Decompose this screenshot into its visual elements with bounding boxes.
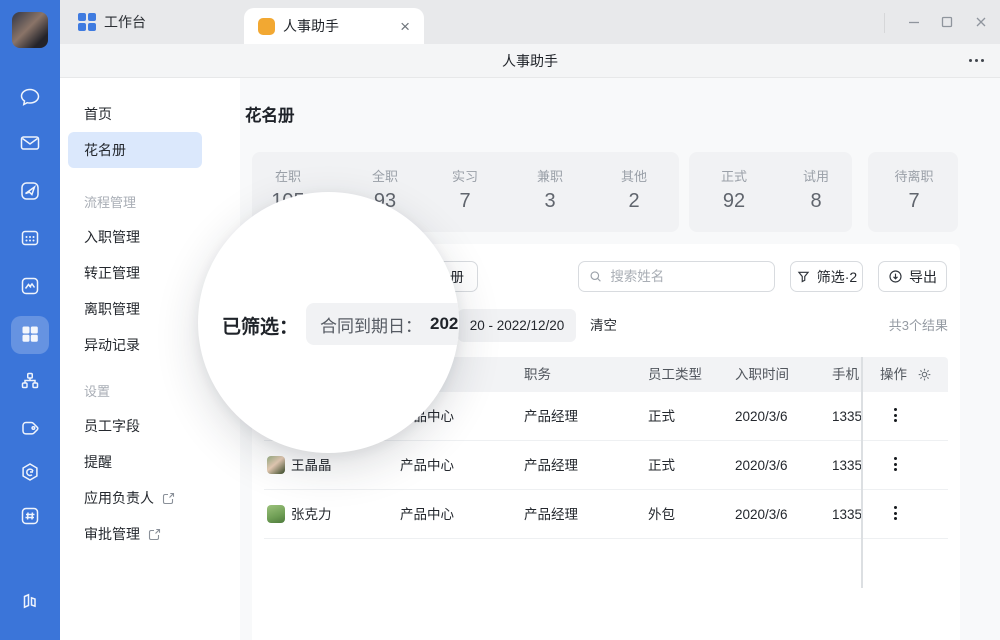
search-input[interactable] xyxy=(608,268,764,285)
stat-parttime[interactable]: 兼职3 xyxy=(508,166,592,213)
table-row[interactable]: 张克力 产品中心 产品经理 外包 2020/3/6 13351 xyxy=(264,490,948,539)
cell-hire-date: 2020/3/6 xyxy=(735,441,788,490)
col-phone: 手机 xyxy=(832,357,859,392)
cell-hire-date: 2020/3/6 xyxy=(735,490,788,539)
tag-icon[interactable] xyxy=(18,416,42,440)
external-link-icon xyxy=(148,528,161,541)
column-settings-gear-icon[interactable] xyxy=(917,367,932,382)
col-actions: 操作 xyxy=(880,357,907,392)
user-avatar[interactable] xyxy=(12,12,48,48)
workbench-grid-icon xyxy=(78,13,96,31)
library-icon[interactable] xyxy=(18,588,42,612)
cell-title: 产品经理 xyxy=(524,441,578,490)
nav-rail xyxy=(0,0,60,640)
org-icon[interactable] xyxy=(18,369,42,393)
stat-intern[interactable]: 实习7 xyxy=(423,166,507,213)
filter-chip[interactable]: 20 - 2022/12/20 xyxy=(458,309,576,342)
row-actions-icon[interactable] xyxy=(891,457,899,471)
cell-type: 外包 xyxy=(648,490,675,539)
maximize-button[interactable] xyxy=(938,13,956,31)
search-box[interactable] xyxy=(578,261,775,292)
titlebar-divider xyxy=(884,13,885,33)
sidebar-item-regularization[interactable]: 转正管理 xyxy=(68,255,202,291)
tab-hr-assistant[interactable]: 人事助手 × xyxy=(244,8,424,44)
col-title: 职务 xyxy=(524,357,551,392)
fixed-column-divider xyxy=(861,357,863,588)
sidebar-item-resignation[interactable]: 离职管理 xyxy=(68,291,202,327)
close-button[interactable] xyxy=(972,13,990,31)
row-actions-icon[interactable] xyxy=(891,408,899,422)
tab-bar: 工作台 人事助手 × xyxy=(60,0,1000,44)
stat-regular[interactable]: 正式92 xyxy=(692,166,776,213)
sidebar-item-home[interactable]: 首页 xyxy=(68,96,202,132)
col-hire-date: 入职时间 xyxy=(735,357,789,392)
sidebar-section-settings: 设置 xyxy=(68,372,202,408)
cell-hire-date: 2020/3/6 xyxy=(735,392,788,441)
cell-type: 正式 xyxy=(648,392,675,441)
clear-filter-link[interactable]: 清空 xyxy=(590,309,617,342)
filter-button[interactable]: 筛选·2 xyxy=(790,261,863,292)
filter-funnel-icon xyxy=(796,269,811,284)
cell-phone: 13351 xyxy=(832,392,861,441)
external-link-icon xyxy=(162,492,175,505)
sidebar-section-process: 流程管理 xyxy=(68,183,202,219)
sidebar-item-transfer-records[interactable]: 异动记录 xyxy=(68,327,202,363)
sidebar-item-roster[interactable]: 花名册 xyxy=(68,132,202,168)
tab-workbench-label: 工作台 xyxy=(104,12,146,32)
export-button[interactable]: 导出 xyxy=(878,261,947,292)
tab-workbench[interactable]: 工作台 xyxy=(62,0,162,44)
mail-icon[interactable] xyxy=(18,131,42,155)
stat-probation[interactable]: 试用8 xyxy=(774,166,858,213)
employee-avatar xyxy=(267,456,285,474)
cell-type: 正式 xyxy=(648,441,675,490)
stat-other[interactable]: 其他2 xyxy=(592,166,676,213)
employee-avatar xyxy=(267,505,285,523)
cell-phone: 13351 xyxy=(832,490,861,539)
calendar-icon[interactable] xyxy=(18,226,42,250)
cell-phone: 13351 xyxy=(832,441,861,490)
cell-title: 产品经理 xyxy=(524,392,578,441)
cell-dept: 产品中心 xyxy=(400,490,454,539)
cell-title: 产品经理 xyxy=(524,490,578,539)
app-header: 人事助手 xyxy=(60,44,1000,78)
sidebar-item-onboarding[interactable]: 入职管理 xyxy=(68,219,202,255)
cell-name: 张克力 xyxy=(291,490,332,539)
minimize-button[interactable] xyxy=(905,13,923,31)
app-window: 工作台 人事助手 × 人事助手 首页 花名册 流程管理 入职管理 转正管理 离职… xyxy=(0,0,1000,640)
page-title: 花名册 xyxy=(245,102,295,126)
sidebar-item-approval-management[interactable]: 审批管理 xyxy=(68,516,202,552)
hr-app-icon xyxy=(258,18,275,35)
magnified-filter-label: 已筛选： xyxy=(222,312,298,339)
col-type: 员工类型 xyxy=(648,357,702,392)
table-row[interactable]: 王晶晶 产品中心 产品经理 正式 2020/3/6 13351 xyxy=(264,441,948,490)
workbench-icon[interactable] xyxy=(18,322,42,346)
ding-icon[interactable] xyxy=(18,179,42,203)
app-title: 人事助手 xyxy=(60,44,1000,78)
cell-dept: 产品中心 xyxy=(400,441,454,490)
magnified-filter-chip: 合同到期日： 202 xyxy=(306,303,459,345)
stat-leaving[interactable]: 待离职7 xyxy=(872,166,956,213)
tab-close-icon[interactable]: × xyxy=(400,18,410,35)
channel-icon[interactable] xyxy=(18,504,42,528)
sidebar-item-employee-fields[interactable]: 员工字段 xyxy=(68,408,202,444)
download-icon xyxy=(888,269,903,284)
sidebar-item-reminders[interactable]: 提醒 xyxy=(68,444,202,480)
result-count: 共3个结果 xyxy=(889,309,948,342)
chat-icon[interactable] xyxy=(18,85,42,109)
sidebar-item-app-owner[interactable]: 应用负责人 xyxy=(68,480,202,516)
magnifier-overlay: 已筛选： 合同到期日： 202 xyxy=(198,192,459,453)
more-options-icon[interactable] xyxy=(969,59,984,62)
search-icon xyxy=(589,269,602,284)
package-icon[interactable] xyxy=(18,460,42,484)
tab-hr-assistant-label: 人事助手 xyxy=(283,16,339,36)
gallery-icon[interactable] xyxy=(18,274,42,298)
row-actions-icon[interactable] xyxy=(891,506,899,520)
